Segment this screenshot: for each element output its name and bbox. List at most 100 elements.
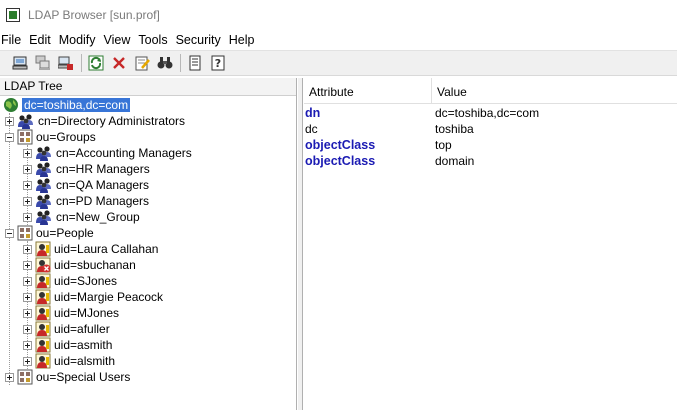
menu-tools[interactable]: Tools [137,33,172,47]
edit-button[interactable] [132,53,152,73]
menu-view[interactable]: View [103,33,136,47]
tree-node-label: ou=People [36,226,94,240]
expand-toggle-icon[interactable] [5,116,14,126]
tree-node[interactable]: ou=Special Users [5,369,130,385]
expand-toggle-icon[interactable] [23,324,32,334]
refresh-button[interactable] [86,53,106,73]
attribute-row[interactable]: dn dc=toshiba,dc=com [304,105,677,121]
user-icon [35,273,51,289]
tree-node-label: uid=asmith [54,338,113,352]
group-icon [35,161,53,177]
expand-toggle-icon[interactable] [23,276,32,286]
disconnect-button[interactable] [56,53,76,73]
expand-toggle-icon[interactable] [23,340,32,350]
expand-toggle-icon[interactable] [23,244,32,254]
tree-node[interactable]: uid=MJones [23,305,119,321]
user-icon [35,305,51,321]
menu-edit[interactable]: Edit [28,33,56,47]
expand-toggle-icon[interactable] [23,180,32,190]
expand-toggle-icon[interactable] [23,164,32,174]
search-binoculars-icon [157,57,173,69]
tree-node[interactable]: ou=People [5,225,94,241]
attributes-panel: Attribute Value dn dc=toshiba,dc=com dc tos… [304,78,677,410]
expand-toggle-icon[interactable] [5,372,14,382]
tree-node-label: uid=Margie Peacock [54,290,164,304]
attribute-row[interactable]: dc toshiba [304,121,677,137]
tree-node[interactable]: uid=SJones [23,273,117,289]
tree-node-label: uid=sbuchanan [54,258,136,272]
toolbar-separator [81,54,82,72]
copy-connection-button[interactable] [33,53,53,73]
tree-node-label: uid=afuller [54,322,110,336]
user-icon [35,337,51,353]
tree-node[interactable]: cn=Accounting Managers [23,145,192,161]
tree-node[interactable]: uid=alsmith [23,353,115,369]
tree-node[interactable]: uid=Laura Callahan [23,241,158,257]
tree-node-label: uid=Laura Callahan [54,242,159,256]
attribute-name: objectClass [305,138,376,152]
menu-help[interactable]: Help [228,33,260,47]
attribute-row[interactable]: objectClass domain [304,153,677,169]
expand-toggle-icon[interactable] [23,292,32,302]
tree-node[interactable]: cn=Directory Administrators [5,113,185,129]
properties-button[interactable] [185,53,205,73]
connect-icon [12,56,28,70]
tree-node[interactable]: uid=asmith [23,337,112,353]
delete-button[interactable] [109,53,129,73]
tree-node-label: cn=PD Managers [56,194,150,208]
tree-node[interactable]: cn=PD Managers [23,193,149,209]
tree-node-label: uid=alsmith [54,354,116,368]
attribute-value: top [435,138,452,152]
group-icon [35,145,53,161]
tree-node-label: cn=HR Managers [56,162,150,176]
expand-toggle-icon[interactable] [23,308,32,318]
tree-node[interactable]: cn=HR Managers [23,161,150,177]
window-title: LDAP Browser [sun.prof] [28,8,160,22]
tree-node-label: cn=Accounting Managers [56,146,192,160]
org-unit-icon [17,225,33,241]
panel-splitter[interactable] [298,78,303,410]
tree-node[interactable]: ou=Groups [5,129,96,145]
tree-node-label: cn=QA Managers [56,178,150,192]
search-button[interactable] [155,53,175,73]
edit-icon [135,56,150,71]
expand-toggle-icon[interactable] [23,196,32,206]
group-icon [35,193,53,209]
attribute-name: objectClass [305,154,376,168]
org-unit-icon [17,129,33,145]
expand-toggle-icon[interactable] [23,212,32,222]
column-header-value[interactable]: Value [432,78,467,103]
collapse-toggle-icon[interactable] [5,228,14,238]
tree-node[interactable]: uid=afuller [23,321,110,337]
attribute-row[interactable]: objectClass top [304,137,677,153]
attributes-header: Attribute Value [304,78,677,104]
attribute-name: dn [305,106,321,120]
copy-connection-icon [35,55,50,70]
tree-node[interactable]: uid=Margie Peacock [23,289,163,305]
menu-modify[interactable]: Modify [58,33,101,47]
tree-node[interactable]: uid=sbuchanan [23,257,136,273]
app-icon [6,8,20,22]
tree-node-label: cn=New_Group [56,210,140,224]
tree-node[interactable]: dc=toshiba,dc=com [3,97,131,113]
expand-toggle-icon[interactable] [23,260,32,270]
expand-toggle-icon[interactable] [23,148,32,158]
globe-icon [3,97,19,113]
menu-file[interactable]: File [0,33,26,47]
svg-text:?: ? [215,57,221,70]
attribute-value: domain [435,154,475,168]
column-header-attribute[interactable]: Attribute [304,78,432,103]
group-icon [35,209,53,225]
group-icon [35,177,53,193]
tree-node[interactable]: cn=New_Group [23,209,140,225]
menu-security[interactable]: Security [175,33,226,47]
user-icon [35,289,51,305]
tree-node-label: ou=Groups [36,130,96,144]
ldap-tree-panel: LDAP Tree dc=toshiba,dc=com cn=Directory … [0,78,297,410]
connect-button[interactable] [10,53,30,73]
tree-body: dc=toshiba,dc=com cn=Directory Administra… [0,96,296,410]
help-button[interactable]: ? [208,53,228,73]
expand-toggle-icon[interactable] [23,356,32,366]
tree-node[interactable]: cn=QA Managers [23,177,149,193]
collapse-toggle-icon[interactable] [5,132,14,142]
